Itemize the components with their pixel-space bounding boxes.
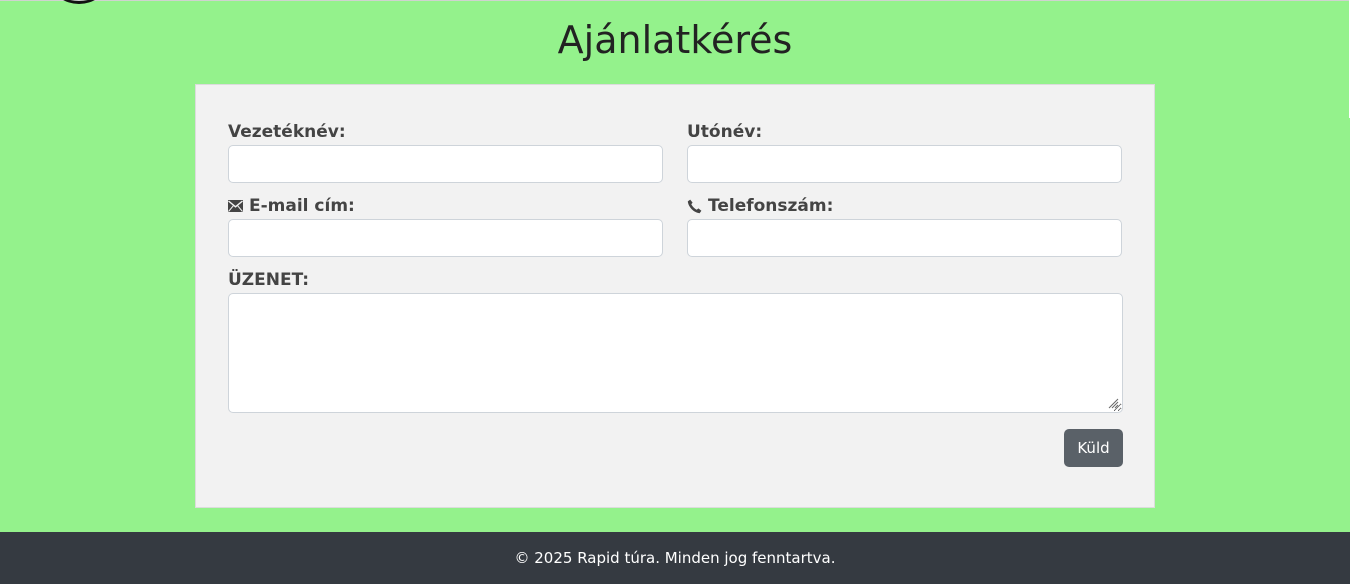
email-input[interactable] [228, 219, 663, 257]
message-label-text: ÜZENET: [228, 270, 310, 290]
page-title: Ajánlatkérés [557, 18, 793, 62]
last-name-label-text: Vezetéknév: [228, 122, 346, 142]
quote-request-form: Vezetéknév: Utónév: E-mail cím: Telefons… [195, 84, 1155, 508]
last-name-input[interactable] [228, 145, 663, 183]
first-name-label-text: Utónév: [687, 122, 763, 142]
phone-label-text: Telefonszám: [708, 196, 834, 216]
email-label: E-mail cím: [228, 195, 355, 217]
message-textarea[interactable] [228, 293, 1123, 413]
last-name-label: Vezetéknév: [228, 121, 346, 143]
footer-copyright: © 2025 Rapid túra. Minden jog fenntartva… [514, 549, 836, 567]
email-label-text: E-mail cím: [249, 196, 355, 216]
message-label: ÜZENET: [228, 269, 309, 291]
top-divider [0, 0, 1350, 1]
phone-label: Telefonszám: [687, 195, 833, 217]
resize-handle-icon[interactable] [1107, 397, 1119, 409]
first-name-label: Utónév: [687, 121, 762, 143]
envelope-icon [228, 200, 243, 212]
first-name-input[interactable] [687, 145, 1122, 183]
footer: © 2025 Rapid túra. Minden jog fenntartva… [0, 532, 1350, 584]
phone-input[interactable] [687, 219, 1122, 257]
send-button[interactable]: Küld [1064, 429, 1123, 467]
phone-icon [687, 199, 702, 214]
